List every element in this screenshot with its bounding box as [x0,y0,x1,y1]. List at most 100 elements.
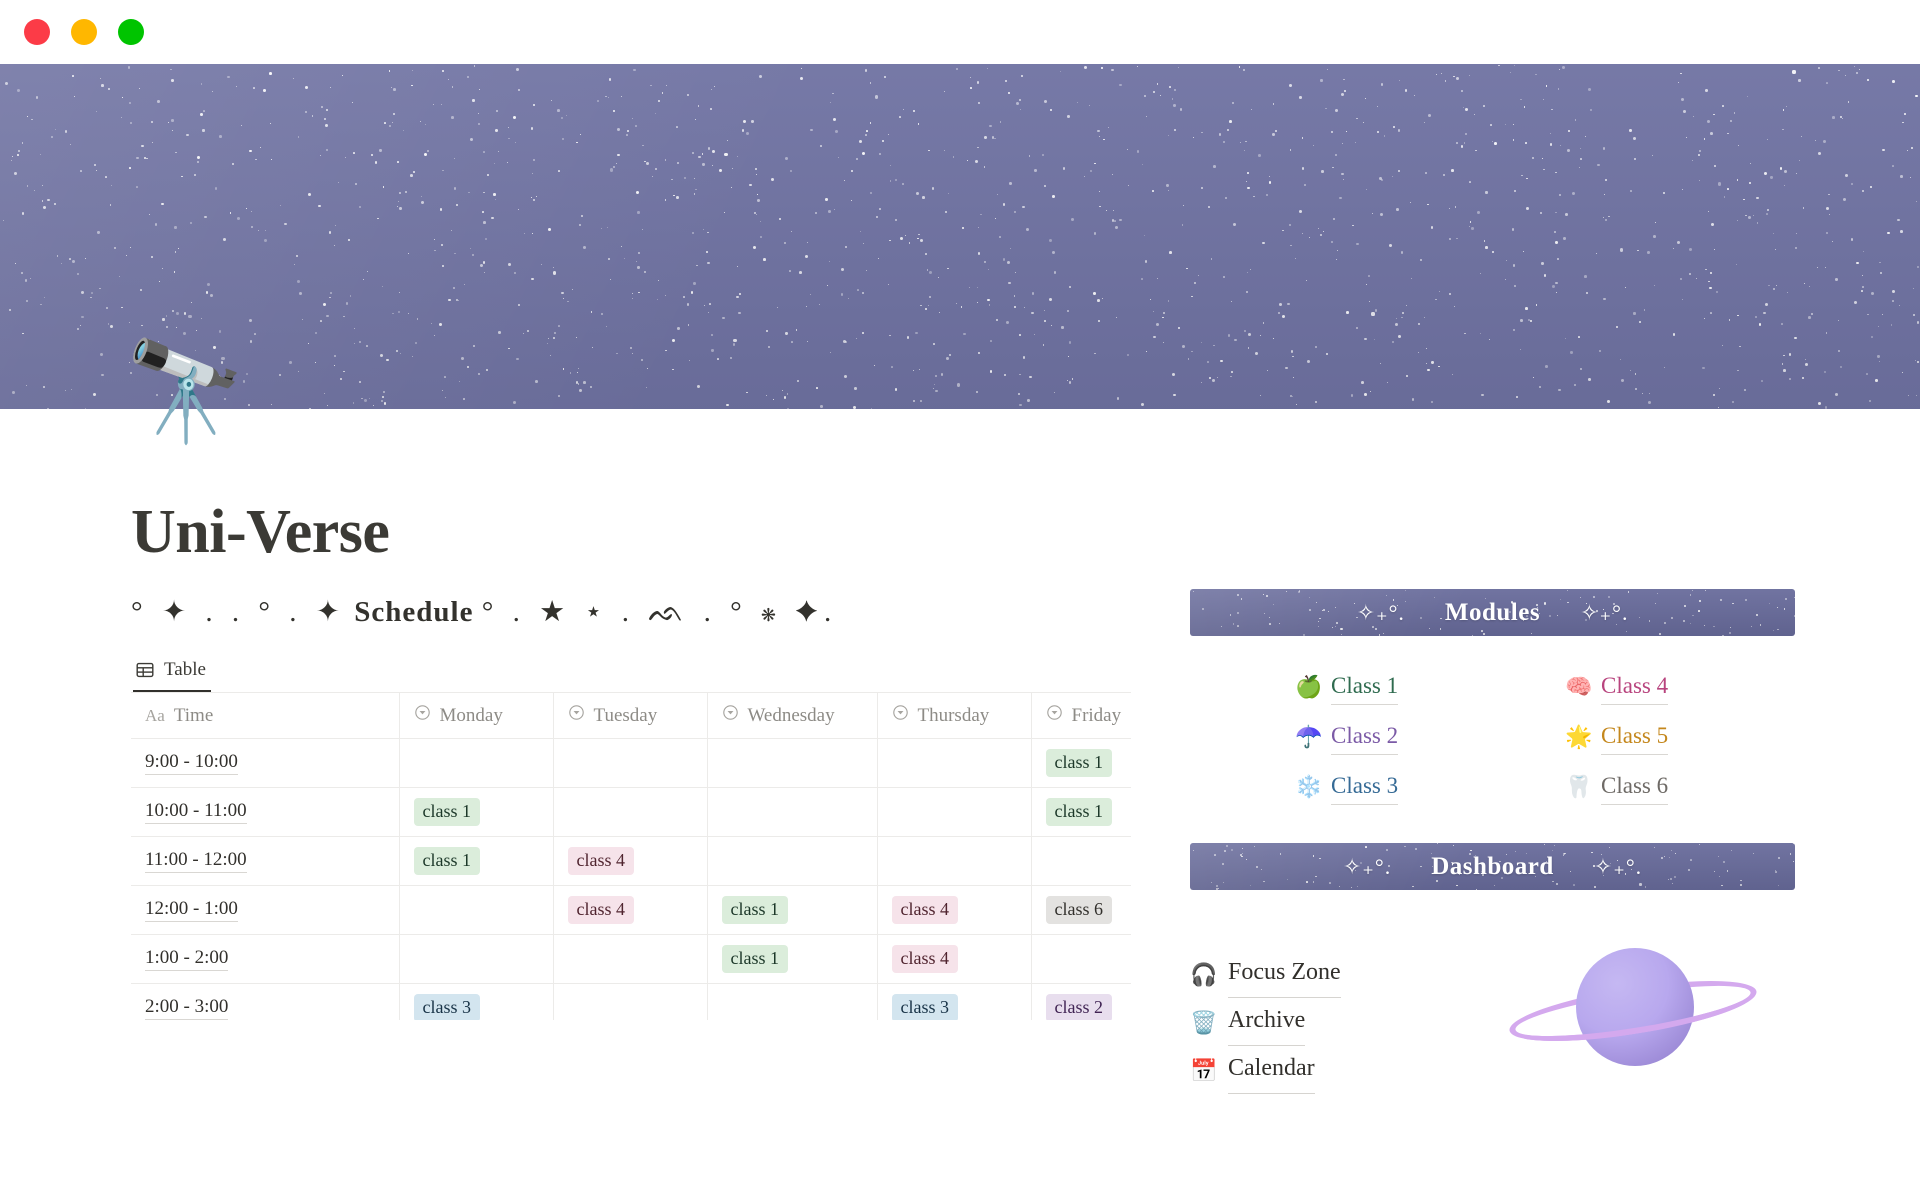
cell-wednesday[interactable] [707,836,878,886]
cell-friday[interactable] [1031,934,1131,984]
cell-monday[interactable] [399,738,554,788]
table-row[interactable]: 2:00 - 3:00 class 3 class 3 class 2 [131,983,1131,1020]
page-content: Uni-Verse ° ✦ . . ° . ✦ Schedule ° . ★ ⋆… [0,409,1920,1200]
module-emoji: 🦷 [1565,774,1593,799]
cell-time[interactable]: 11:00 - 12:00 [131,836,400,886]
column-header-time[interactable]: Aa Time [131,692,400,739]
cell-tuesday[interactable]: class 4 [553,885,708,935]
window-titlebar [0,0,1920,64]
schedule-heading-deco-left: ° ✦ . . ° . ✦ [131,596,347,628]
cell-tuesday[interactable] [553,738,708,788]
cell-friday[interactable]: class 6 [1031,885,1131,935]
schedule-heading: ° ✦ . . ° . ✦ Schedule ° . ★ ⋆ . ᨒ . ° ⁕… [131,594,1131,630]
cell-time[interactable]: 1:00 - 2:00 [131,934,400,984]
column-header-tuesday[interactable]: Tuesday [553,692,708,739]
column-header-wednesday-label: Wednesday [747,704,835,726]
cell-time[interactable]: 12:00 - 1:00 [131,885,400,935]
tab-table-label: Table [164,658,206,680]
ringed-planet-graphic [1505,934,1761,1084]
page-title[interactable]: Uni-Verse [131,497,390,568]
cell-tuesday[interactable]: class 4 [553,836,708,886]
column-header-monday[interactable]: Monday [399,692,554,739]
class-tag: class 1 [721,895,788,925]
cell-wednesday[interactable] [707,738,878,788]
cell-monday[interactable]: class 1 [399,787,554,837]
cell-friday[interactable]: class 1 [1031,787,1131,837]
cell-thursday[interactable] [877,787,1032,837]
dashboard-link-focus-zone[interactable]: 🎧 Focus Zone [1190,950,1341,998]
table-row[interactable]: 11:00 - 12:00 class 1 class 4 [131,836,1131,886]
cell-time[interactable]: 9:00 - 10:00 [131,738,400,788]
cell-time[interactable]: 2:00 - 3:00 [131,983,400,1020]
column-header-wednesday[interactable]: Wednesday [707,692,878,739]
window-minimize-button[interactable] [71,19,97,45]
dashboard-banner-deco-right: ✧₊°. [1593,853,1643,879]
module-link-1[interactable]: 🍏 Class 1 [1295,669,1525,705]
cell-tuesday[interactable] [553,983,708,1020]
column-header-friday-label: Friday [1071,704,1122,726]
table-row[interactable]: 12:00 - 1:00 class 4 class 1 class 4 class 6 [131,885,1131,935]
dashboard-link-archive[interactable]: 🗑️ Archive [1190,998,1341,1046]
module-emoji: 🍏 [1295,674,1323,699]
modules-banner-deco-left: ✧₊°. [1356,599,1405,625]
module-link-5[interactable]: 🌟 Class 5 [1565,719,1795,755]
table-row[interactable]: 1:00 - 2:00 class 1 class 4 [131,934,1131,984]
module-emoji: 🧠 [1565,674,1593,699]
column-header-monday-label: Monday [439,704,503,726]
cell-monday[interactable] [399,934,554,984]
module-label: Class 3 [1331,769,1399,805]
cell-friday[interactable]: class 2 [1031,983,1131,1020]
module-label: Class 4 [1601,669,1669,705]
cell-friday[interactable]: class 1 [1031,738,1131,788]
class-tag: class 1 [413,846,480,876]
class-tag: class 3 [413,993,480,1020]
text-type-icon: Aa [145,705,165,725]
module-link-4[interactable]: 🧠 Class 4 [1565,669,1795,705]
page-cover-image[interactable] [0,64,1920,409]
dashboard-link-emoji: 🗑️ [1190,1009,1218,1035]
select-type-icon [1046,704,1063,727]
cell-monday[interactable]: class 3 [399,983,554,1020]
class-tag: class 4 [567,895,634,925]
class-tag: class 1 [721,944,788,974]
dashboard-link-calendar[interactable]: 📅 Calendar [1190,1046,1341,1094]
schedule-heading-deco-right: ° . ★ ⋆ . ᨒ . ° ⁕ ✦. [481,596,838,628]
tab-table[interactable]: Table [133,659,211,692]
cell-wednesday[interactable]: class 1 [707,885,878,935]
telescope-icon[interactable]: 🔭 [124,335,246,451]
window-close-button[interactable] [24,19,50,45]
class-tag: class 3 [891,993,958,1020]
module-link-6[interactable]: 🦷 Class 6 [1565,769,1795,805]
table-row[interactable]: 10:00 - 11:00 class 1 class 1 [131,787,1131,837]
class-tag: class 6 [1045,895,1112,925]
dashboard-link-emoji: 📅 [1190,1057,1218,1083]
module-link-3[interactable]: ❄️ Class 3 [1295,769,1525,805]
module-link-2[interactable]: ☂️ Class 2 [1295,719,1525,755]
schedule-header-row: Aa Time Monday Tuesday Wednesday Thursda… [131,692,1131,739]
cell-monday[interactable] [399,885,554,935]
schedule-table[interactable]: Aa Time Monday Tuesday Wednesday Thursda… [131,692,1131,1020]
cell-thursday[interactable]: class 4 [877,885,1032,935]
cover-sheen [0,64,1920,409]
time-text: 12:00 - 1:00 [145,898,238,922]
schedule-table-head: Aa Time Monday Tuesday Wednesday Thursda… [131,692,1131,739]
window-maximize-button[interactable] [118,19,144,45]
class-tag: class 1 [413,797,480,827]
cell-friday[interactable] [1031,836,1131,886]
cell-wednesday[interactable] [707,983,878,1020]
table-row[interactable]: 9:00 - 10:00 class 1 [131,738,1131,788]
cell-tuesday[interactable] [553,934,708,984]
cell-wednesday[interactable] [707,787,878,837]
column-header-friday[interactable]: Friday [1031,692,1131,739]
class-tag: class 4 [891,944,958,974]
cell-wednesday[interactable]: class 1 [707,934,878,984]
cell-monday[interactable]: class 1 [399,836,554,886]
cell-tuesday[interactable] [553,787,708,837]
cell-thursday[interactable] [877,836,1032,886]
column-header-thursday[interactable]: Thursday [877,692,1032,739]
cell-thursday[interactable]: class 3 [877,983,1032,1020]
cell-thursday[interactable] [877,738,1032,788]
cell-time[interactable]: 10:00 - 11:00 [131,787,400,837]
schedule-section: ° ✦ . . ° . ✦ Schedule ° . ★ ⋆ . ᨒ . ° ⁕… [131,594,1131,1020]
cell-thursday[interactable]: class 4 [877,934,1032,984]
